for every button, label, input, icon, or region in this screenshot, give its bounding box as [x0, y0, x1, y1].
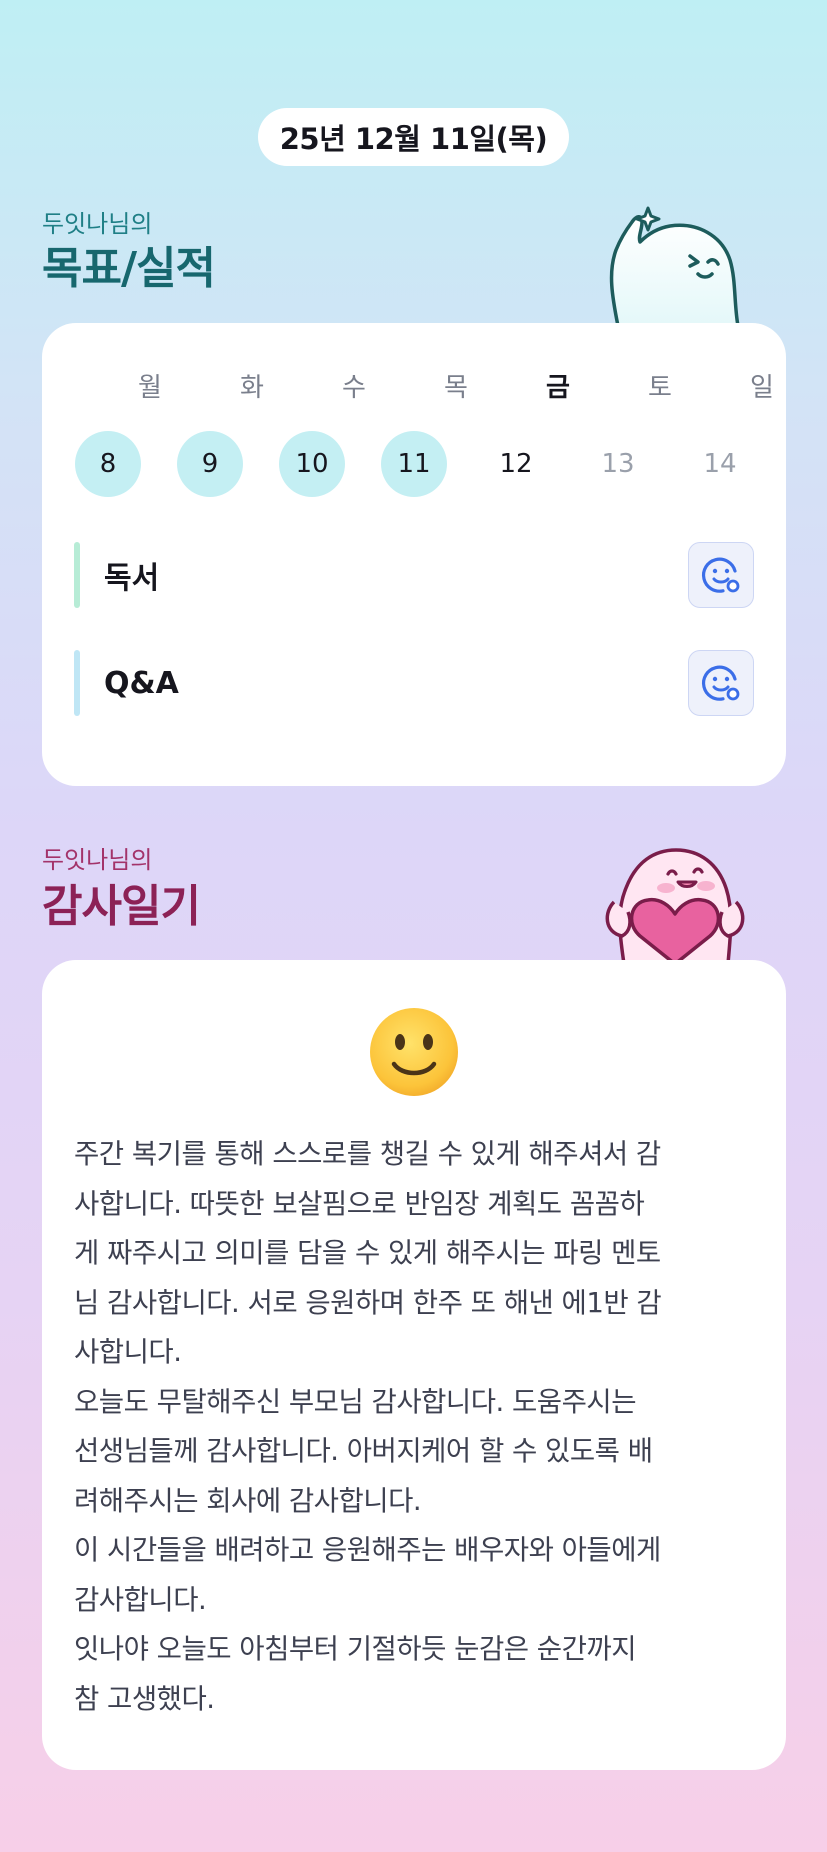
goal-item-reading[interactable]: 독서 [74, 541, 754, 609]
date-cell[interactable]: 13 [585, 431, 651, 497]
gratitude-journal-text: 주간 복기를 통해 스스로를 챙길 수 있게 해주셔서 감 사합니다. 따뜻한 … [74, 1138, 662, 1715]
weekday-row: 월 화 수 목 금 토 일 [42, 367, 786, 407]
weekday-label: 일 [750, 373, 774, 403]
smile-feedback-icon [701, 665, 740, 701]
date-pill[interactable]: 25년 12월 11일(목) [258, 108, 569, 166]
goal-section-title: 목표/실적 [42, 243, 216, 294]
goal-card: 월 화 수 목 금 토 일 8 9 10 11 12 13 14 독서 Q&A [42, 323, 786, 786]
ghost-mascot-icon [609, 206, 740, 326]
goal-item-label: Q&A [104, 665, 179, 701]
heart-ghost-mascot-icon [605, 848, 745, 964]
goal-item-bar [74, 542, 80, 608]
date-cell[interactable]: 10 [279, 431, 345, 497]
date-cell[interactable]: 11 [381, 431, 447, 497]
smile-feedback-icon [701, 557, 740, 593]
feedback-button[interactable] [688, 650, 754, 716]
goal-item-label: 독서 [104, 561, 160, 596]
weekday-label-today: 금 [546, 373, 570, 403]
weekday-label: 목 [444, 373, 468, 403]
date-cell-today[interactable]: 12 [483, 431, 549, 497]
slightly-smiling-face-emoji [370, 1008, 458, 1096]
weekday-label: 화 [240, 373, 264, 403]
date-cell[interactable]: 14 [687, 431, 753, 497]
weekday-label: 월 [138, 373, 162, 403]
goal-item-bar [74, 650, 80, 716]
weekday-label: 수 [342, 373, 366, 403]
feedback-button[interactable] [688, 542, 754, 608]
weekday-label: 토 [648, 373, 672, 403]
thanks-section-title: 감사일기 [42, 881, 201, 932]
thanks-card: 주간 복기를 통해 스스로를 챙길 수 있게 해주셔서 감 사합니다. 따뜻한 … [42, 960, 786, 1770]
goal-item-qna[interactable]: Q&A [74, 649, 754, 717]
date-cell[interactable]: 9 [177, 431, 243, 497]
date-cell[interactable]: 8 [75, 431, 141, 497]
date-row: 8 9 10 11 12 13 14 [42, 431, 786, 499]
